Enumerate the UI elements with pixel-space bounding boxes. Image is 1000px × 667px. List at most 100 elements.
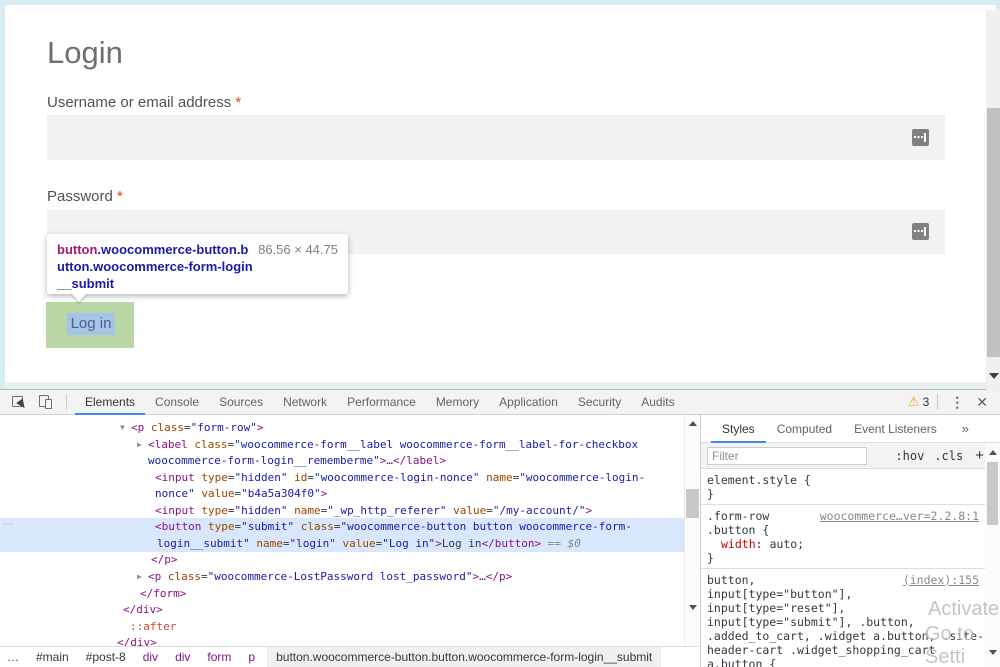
dom-tree-row[interactable]: <input type="hidden" name="_wp_http_refe… — [155, 502, 592, 519]
selector-line: input[type="button"], — [707, 587, 985, 601]
scroll-up-arrow-icon[interactable] — [689, 421, 697, 426]
sidebar-tabs: StylesComputedEvent Listeners» — [701, 415, 1000, 443]
inspect-tooltip: button.woocommerce-button.b utton.woocom… — [47, 234, 348, 294]
kebab-menu-icon[interactable]: ⋮ — [950, 394, 964, 411]
toggle-pseudo-button[interactable]: :hov — [895, 449, 924, 463]
dom-tree-row[interactable]: <button type="submit" class="woocommerce… — [155, 518, 632, 535]
selector-line: element.style { — [707, 473, 985, 487]
breadcrumb-item[interactable]: #post-8 — [86, 650, 126, 664]
more-tabs-icon[interactable]: » — [951, 415, 980, 443]
selector-line: input[type="reset"], — [707, 601, 985, 615]
rule-close-brace: } — [707, 487, 985, 501]
dom-tree-row[interactable]: <label class="woocommerce-form__label wo… — [148, 436, 638, 453]
scroll-down-arrow-icon[interactable] — [989, 650, 997, 655]
selector-line: header-cart .widget_shopping_cart — [707, 643, 985, 657]
dom-tree-row[interactable]: <p class="woocommerce-LostPassword lost_… — [148, 568, 512, 585]
rule-close-brace: } — [707, 551, 985, 565]
breadcrumb-item-selected[interactable]: button.woocommerce-button.button.woocomm… — [267, 647, 661, 667]
toggle-class-button[interactable]: .cls — [934, 449, 963, 463]
tooltip-arrow — [71, 293, 87, 302]
expand-arrow-closed-icon[interactable]: ▶ — [137, 568, 142, 585]
browser-viewport: Login Username or email address * Passwo… — [0, 0, 1000, 389]
dom-tree-row[interactable]: ::after — [130, 618, 176, 635]
dom-tree-row[interactable]: nonce" value="b4a5a304f0"> — [155, 485, 327, 502]
new-style-rule-button[interactable]: + — [975, 447, 984, 464]
tooltip-tag-name: button — [57, 242, 97, 257]
scroll-down-arrow-icon[interactable] — [689, 605, 697, 610]
tab-console[interactable]: Console — [145, 390, 209, 415]
toolbar-divider — [66, 394, 67, 410]
selector-line: .added_to_cart, .widget a.button, .site- — [707, 629, 985, 643]
close-devtools-icon[interactable]: ✕ — [976, 394, 988, 411]
tab-audits[interactable]: Audits — [631, 390, 684, 415]
toolbar-divider — [937, 394, 938, 410]
username-input[interactable] — [47, 115, 945, 160]
dom-tree-row[interactable]: <input type="hidden" id="woocommerce-log… — [155, 469, 645, 486]
login-button-highlight-padding: Log in — [46, 302, 134, 348]
warning-count[interactable]: 3 — [923, 395, 930, 409]
css-property[interactable]: width: auto; — [707, 537, 985, 551]
tab-memory[interactable]: Memory — [426, 390, 489, 415]
breadcrumb-item[interactable]: div — [143, 650, 158, 664]
style-rule[interactable]: element.style {} — [701, 469, 985, 505]
dom-tree-row[interactable]: </form> — [140, 585, 186, 602]
tab-security[interactable]: Security — [568, 390, 631, 415]
expand-arrow-open-icon[interactable]: ▼ — [120, 419, 125, 436]
devtools-toolbar: ElementsConsoleSourcesNetworkPerformance… — [0, 390, 1000, 415]
breadcrumb-item[interactable]: div — [175, 650, 190, 664]
styles-filter-bar: :hov .cls + — [701, 443, 1000, 469]
styles-pane: element.style {}woocommerce…ver=2.2.8:1.… — [701, 469, 985, 667]
elements-scrollbar-thumb[interactable] — [686, 489, 699, 518]
sidebar-tab-event-listeners[interactable]: Event Listeners — [843, 415, 948, 443]
tab-sources[interactable]: Sources — [209, 390, 273, 415]
breadcrumb-item[interactable]: … — [7, 650, 19, 664]
tooltip-dimensions: 86.56 × 44.75 — [258, 241, 338, 258]
page-title: Login — [47, 35, 123, 71]
breadcrumb-item[interactable]: #main — [36, 650, 69, 664]
styles-scrollbar-thumb[interactable] — [987, 462, 998, 525]
warning-icon[interactable]: ⚠ — [908, 394, 920, 410]
dom-tree-row[interactable]: login__submit" name="login" value="Log i… — [157, 535, 581, 552]
tab-performance[interactable]: Performance — [337, 390, 426, 415]
breadcrumb: … #main #post-8 div div form p button.woocommer… — [0, 646, 700, 667]
dom-tree-row[interactable]: woocommerce-form-login__rememberme">…</l… — [148, 452, 446, 469]
device-toolbar-icon[interactable] — [38, 394, 54, 410]
tab-application[interactable]: Application — [489, 390, 568, 415]
dom-tree-row[interactable]: </p> — [151, 551, 178, 568]
stylesheet-link[interactable]: (index):155 — [903, 573, 979, 587]
breadcrumb-item[interactable]: p — [248, 650, 255, 664]
login-button[interactable]: Log in — [67, 313, 115, 335]
styles-scrollbar[interactable] — [985, 443, 1000, 667]
elements-tree: ▼<p class="form-row">▶<label class="wooc… — [0, 415, 684, 646]
screenshot-root: Login Username or email address * Passwo… — [0, 0, 1000, 667]
breadcrumb-item[interactable]: form — [207, 650, 231, 664]
stylesheet-link[interactable]: woocommerce…ver=2.2.8:1 — [820, 509, 979, 523]
dom-tree-row[interactable]: </div> — [123, 601, 163, 618]
style-rule[interactable]: woocommerce…ver=2.2.8:1.form-row.button … — [701, 505, 985, 569]
password-label: Password * — [47, 188, 123, 205]
selector-line: .button { — [707, 523, 985, 537]
autofill-icon[interactable] — [912, 223, 929, 240]
dom-tree-row[interactable]: </div> — [117, 634, 157, 646]
tab-network[interactable]: Network — [273, 390, 337, 415]
tab-elements[interactable]: Elements — [75, 390, 145, 415]
scroll-down-arrow-icon[interactable] — [989, 373, 999, 379]
scroll-up-arrow-icon[interactable] — [989, 450, 997, 455]
username-label: Username or email address * — [47, 94, 241, 111]
sidebar-tab-computed[interactable]: Computed — [766, 415, 843, 443]
node-options-dots[interactable]: ⋯ — [3, 519, 14, 530]
style-rule[interactable]: (index):155button,input[type="button"],i… — [701, 569, 985, 667]
styles-filter-input[interactable] — [707, 447, 867, 465]
expand-arrow-closed-icon[interactable]: ▶ — [137, 436, 142, 453]
sidebar-tab-styles[interactable]: Styles — [711, 415, 766, 443]
required-asterisk: * — [117, 188, 123, 205]
inspect-element-icon[interactable] — [11, 394, 27, 410]
page-scrollbar[interactable] — [986, 10, 1000, 391]
dom-tree-row[interactable]: <p class="form-row"> — [131, 419, 263, 436]
elements-scrollbar[interactable] — [684, 415, 699, 646]
selector-line: a.button { — [707, 657, 985, 667]
page-scrollbar-thumb[interactable] — [987, 108, 1000, 357]
selector-line: input[type="submit"], .button, — [707, 615, 985, 629]
required-asterisk: * — [235, 94, 241, 111]
autofill-icon[interactable] — [912, 129, 929, 146]
